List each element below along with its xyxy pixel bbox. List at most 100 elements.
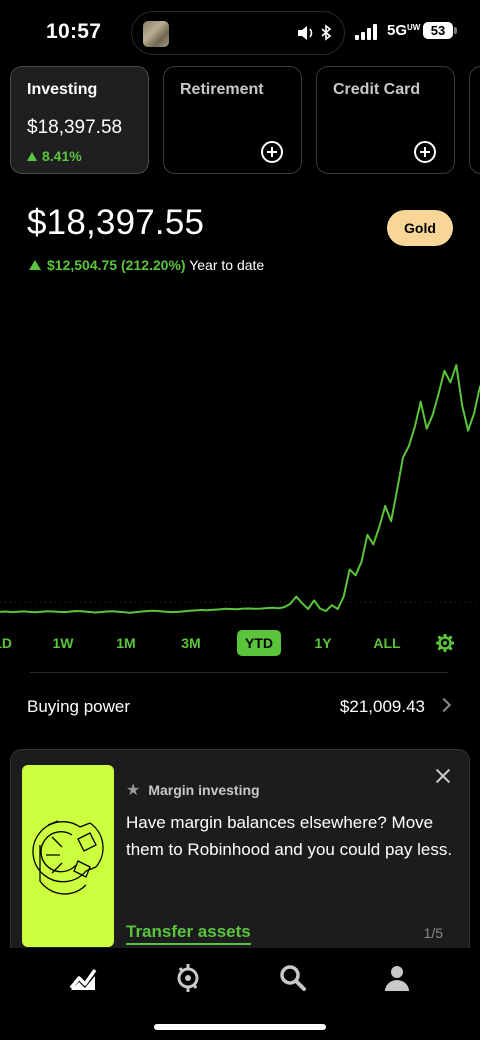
- chart-point: [342, 595, 345, 598]
- chart-icon[interactable]: [68, 962, 100, 994]
- buying-power-row[interactable]: Buying power $21,009.43: [27, 694, 453, 720]
- range-selector: 1D 1W 1M 3M YTD 1Y ALL: [0, 630, 480, 656]
- transfer-assets-link[interactable]: Transfer assets: [126, 922, 251, 945]
- island-icons: [296, 24, 334, 46]
- up-arrow-icon: [29, 260, 41, 270]
- plus-icon[interactable]: [414, 141, 436, 163]
- chart-point: [259, 607, 262, 610]
- chart-point: [384, 505, 387, 507]
- account-icon[interactable]: [381, 962, 413, 994]
- crypto-icon[interactable]: [172, 962, 204, 994]
- portfolio-value: $18,397.55: [27, 203, 205, 242]
- chart-point: [52, 610, 55, 613]
- chart-point: [230, 608, 232, 610]
- chart-point: [455, 364, 458, 366]
- status-bar: 10:57 5GUW 53: [0, 0, 480, 60]
- range-1y[interactable]: 1Y: [308, 630, 338, 656]
- chart-point: [331, 604, 333, 606]
- close-icon[interactable]: [435, 768, 451, 784]
- chart-point: [99, 611, 102, 613]
- account-card-peek[interactable]: [469, 66, 480, 174]
- account-value: $18,397.58: [27, 117, 123, 138]
- promo-card[interactable]: ★ Margin investing Have margin balances e…: [10, 749, 470, 959]
- battery-icon: 53: [423, 22, 453, 39]
- range-1d[interactable]: 1D: [0, 630, 12, 656]
- promo-illustration: [22, 765, 114, 947]
- chart-point: [212, 609, 215, 611]
- dynamic-island[interactable]: [131, 11, 345, 55]
- chart-point: [147, 610, 149, 612]
- account-card-credit[interactable]: Credit Card: [316, 66, 455, 174]
- chart-point: [354, 574, 357, 577]
- range-1m[interactable]: 1M: [111, 630, 141, 656]
- chart-point: [449, 381, 452, 384]
- chart-point: [301, 602, 304, 605]
- battery-tip: [454, 27, 457, 34]
- account-card-investing[interactable]: Investing $18,397.58 8.41%: [10, 66, 149, 174]
- network-label: 5GUW: [387, 22, 421, 39]
- chart-point: [159, 610, 161, 612]
- chart-point: [28, 611, 31, 613]
- chart-point: [70, 610, 72, 613]
- range-all[interactable]: ALL: [369, 630, 405, 656]
- chart-point: [200, 609, 203, 611]
- chart-point: [218, 608, 221, 611]
- portfolio-chart[interactable]: [0, 300, 480, 620]
- chart-point: [58, 611, 61, 613]
- buying-power-label: Buying power: [27, 697, 131, 716]
- range-ytd[interactable]: YTD: [237, 630, 281, 656]
- chart-point: [248, 607, 250, 610]
- gold-badge[interactable]: Gold: [387, 210, 453, 246]
- chart-point: [117, 610, 120, 613]
- now-playing-thumbnail: [143, 21, 169, 47]
- clock: 10:57: [46, 20, 102, 43]
- chart-point: [11, 611, 13, 613]
- search-icon[interactable]: [277, 962, 309, 994]
- chart-point: [461, 404, 464, 407]
- promo-page-indicator: 1/5: [423, 925, 443, 941]
- range-1w[interactable]: 1W: [48, 630, 78, 656]
- chart-point: [111, 610, 114, 612]
- chart-point: [135, 611, 138, 613]
- chart-point: [265, 607, 268, 609]
- account-change: 8.41%: [27, 148, 82, 164]
- up-arrow-icon: [27, 152, 37, 161]
- chart-point: [224, 608, 226, 610]
- divider: [30, 672, 448, 673]
- chart-series-line: [0, 364, 480, 614]
- chart-point: [473, 412, 475, 415]
- chart-point: [277, 607, 280, 610]
- gear-icon[interactable]: [436, 634, 454, 652]
- chart-point: [325, 610, 327, 612]
- chart-point: [419, 400, 422, 403]
- chart-point: [34, 611, 37, 614]
- chart-point: [188, 610, 191, 612]
- account-carousel[interactable]: Investing $18,397.58 8.41% Retirement Cr…: [10, 66, 480, 174]
- plus-icon[interactable]: [261, 141, 283, 163]
- chart-point: [88, 611, 90, 613]
- chart-point: [182, 610, 185, 613]
- chart-point: [40, 610, 43, 613]
- chart-point: [105, 610, 108, 613]
- chart-point: [165, 610, 167, 613]
- chart-point: [171, 611, 173, 613]
- account-title: Investing: [27, 81, 98, 98]
- chart-point: [177, 611, 179, 613]
- chart-point: [414, 426, 416, 428]
- account-title: Credit Card: [333, 81, 421, 98]
- chart-point: [22, 610, 25, 613]
- portfolio-change: $12,504.75 (212.20%) Year to date: [29, 257, 264, 273]
- chevron-right-icon: [436, 697, 452, 713]
- chart-point: [271, 606, 274, 609]
- chart-point: [319, 607, 321, 610]
- chart-point: [295, 595, 298, 598]
- range-3m[interactable]: 3M: [176, 630, 206, 656]
- chart-point: [46, 610, 49, 612]
- chart-point: [366, 534, 369, 536]
- chart-point: [378, 526, 381, 528]
- account-card-retirement[interactable]: Retirement: [163, 66, 302, 174]
- chart-point: [206, 609, 209, 611]
- chart-point: [396, 489, 398, 492]
- chart-point: [64, 611, 66, 613]
- star-icon: ★: [126, 782, 141, 799]
